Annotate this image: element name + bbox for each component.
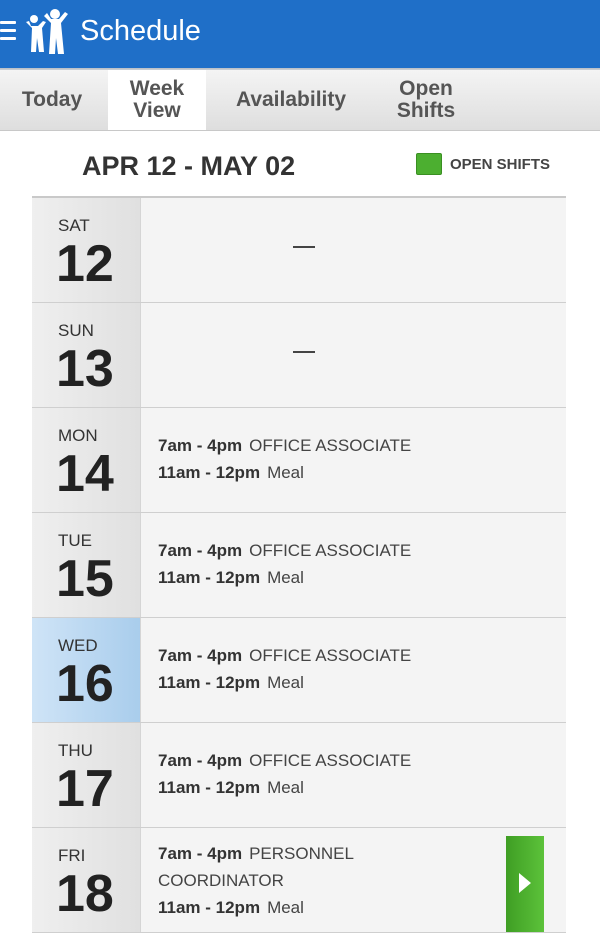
menu-icon[interactable] bbox=[0, 21, 16, 43]
day-row-thu[interactable]: THU 17 7am - 4pm OFFICE ASSOCIATE 11am - … bbox=[32, 723, 566, 828]
legend-label: OPEN SHIFTS bbox=[450, 155, 551, 173]
day-number: 16 bbox=[56, 655, 114, 713]
arrow-right-icon bbox=[519, 873, 531, 893]
open-shift-button[interactable] bbox=[506, 836, 544, 932]
shift-entry: 11am - 12pm Meal bbox=[158, 898, 304, 918]
day-of-week: FRI bbox=[58, 846, 86, 865]
day-row-tue[interactable]: TUE 15 7am - 4pm OFFICE ASSOCIATE 11am - … bbox=[32, 513, 566, 618]
day-number: 14 bbox=[56, 445, 114, 503]
shift-entry: 11am - 12pm Meal bbox=[158, 568, 304, 588]
shift-entry: 7am - 4pm OFFICE ASSOCIATE bbox=[158, 646, 411, 666]
shift-role: PERSONNEL bbox=[249, 844, 354, 863]
tab-label: Week View bbox=[129, 77, 185, 122]
date-cell: MON 14 bbox=[32, 408, 141, 512]
shift-entry: 11am - 12pm Meal bbox=[158, 673, 304, 693]
day-row-fri[interactable]: FRI 18 7am - 4pm PERSONNEL COORDINATOR 11… bbox=[32, 828, 566, 933]
shift-time: 11am - 12pm bbox=[158, 673, 261, 692]
open-shift-swatch-icon bbox=[416, 153, 442, 175]
day-number: 13 bbox=[56, 340, 114, 398]
date-cell-today: WED 16 bbox=[32, 618, 141, 722]
day-row-sat[interactable]: SAT 12 bbox=[32, 198, 566, 303]
shift-role: OFFICE ASSOCIATE bbox=[249, 751, 412, 770]
day-row-mon[interactable]: MON 14 7am - 4pm OFFICE ASSOCIATE 11am - … bbox=[32, 408, 566, 513]
day-number: 15 bbox=[56, 550, 114, 608]
no-shift-dash bbox=[293, 351, 315, 353]
tab-week-view[interactable]: Week View bbox=[108, 70, 206, 130]
shift-time: 7am - 4pm bbox=[158, 541, 243, 560]
app-bar: Schedule bbox=[0, 0, 600, 68]
shift-entry: 11am - 12pm Meal bbox=[158, 778, 304, 798]
shift-cell bbox=[141, 198, 566, 302]
tab-label: Availability bbox=[235, 88, 347, 111]
day-row-wed[interactable]: WED 16 7am - 4pm OFFICE ASSOCIATE 11am - … bbox=[32, 618, 566, 723]
date-cell: SUN 13 bbox=[32, 303, 141, 407]
shift-time: 7am - 4pm bbox=[158, 646, 243, 665]
app-title: Schedule bbox=[80, 15, 201, 47]
shift-time: 11am - 12pm bbox=[158, 898, 261, 917]
tab-bar: Today Week View Availability Open Shifts bbox=[0, 70, 600, 131]
shift-role: Meal bbox=[267, 898, 304, 917]
date-cell: SAT 12 bbox=[32, 198, 141, 302]
shift-entry: 7am - 4pm OFFICE ASSOCIATE bbox=[158, 541, 411, 561]
shift-entry: 7am - 4pm OFFICE ASSOCIATE bbox=[158, 436, 411, 456]
day-of-week: SAT bbox=[58, 216, 90, 235]
date-range-title: APR 12 - MAY 02 bbox=[82, 151, 296, 181]
shift-time: 11am - 12pm bbox=[158, 568, 261, 587]
shift-role: Meal bbox=[267, 463, 304, 482]
tab-label: Today bbox=[21, 88, 83, 111]
day-of-week: TUE bbox=[58, 531, 92, 550]
open-shifts-legend: OPEN SHIFTS bbox=[416, 153, 550, 175]
shift-cell bbox=[141, 303, 566, 407]
no-shift-dash bbox=[293, 246, 315, 248]
people-logo-icon bbox=[26, 9, 68, 54]
shift-time: 11am - 12pm bbox=[158, 463, 261, 482]
shift-cell: 7am - 4pm OFFICE ASSOCIATE 11am - 12pm Mea… bbox=[141, 723, 566, 827]
shift-entry: 7am - 4pm PERSONNEL bbox=[158, 844, 354, 864]
date-cell: TUE 15 bbox=[32, 513, 141, 617]
day-number: 17 bbox=[56, 760, 114, 818]
day-of-week: THU bbox=[58, 741, 93, 760]
shift-time: 7am - 4pm bbox=[158, 751, 243, 770]
shift-role-continued: COORDINATOR bbox=[158, 871, 284, 890]
shift-entry: 7am - 4pm OFFICE ASSOCIATE bbox=[158, 751, 411, 771]
tab-label: Open Shifts bbox=[396, 77, 456, 122]
shift-cell: 7am - 4pm PERSONNEL COORDINATOR 11am - 12… bbox=[141, 828, 566, 932]
shift-role: Meal bbox=[267, 673, 304, 692]
day-number: 18 bbox=[56, 865, 114, 923]
day-row-sun[interactable]: SUN 13 bbox=[32, 303, 566, 408]
shift-cell: 7am - 4pm OFFICE ASSOCIATE 11am - 12pm Mea… bbox=[141, 408, 566, 512]
shift-entry: 11am - 12pm Meal bbox=[158, 463, 304, 483]
day-of-week: WED bbox=[58, 636, 98, 655]
shift-cell: 7am - 4pm OFFICE ASSOCIATE 11am - 12pm Mea… bbox=[141, 513, 566, 617]
day-of-week: SUN bbox=[58, 321, 94, 340]
shift-time: 11am - 12pm bbox=[158, 778, 261, 797]
tab-availability[interactable]: Availability bbox=[218, 70, 364, 130]
tab-today[interactable]: Today bbox=[0, 70, 104, 130]
shift-role: OFFICE ASSOCIATE bbox=[249, 541, 412, 560]
shift-role: OFFICE ASSOCIATE bbox=[249, 436, 412, 455]
day-number: 12 bbox=[56, 235, 114, 293]
shift-role: OFFICE ASSOCIATE bbox=[249, 646, 412, 665]
tab-open-shifts[interactable]: Open Shifts bbox=[378, 70, 474, 130]
schedule-list: SAT 12 SUN 13 MON 14 7am - 4pm OFFICE ASS… bbox=[32, 196, 566, 933]
shift-role: Meal bbox=[267, 568, 304, 587]
shift-time: 7am - 4pm bbox=[158, 844, 243, 863]
day-of-week: MON bbox=[58, 426, 98, 445]
shift-cell: 7am - 4pm OFFICE ASSOCIATE 11am - 12pm Mea… bbox=[141, 618, 566, 722]
date-cell: FRI 18 bbox=[32, 828, 141, 932]
date-cell: THU 17 bbox=[32, 723, 141, 827]
shift-role: Meal bbox=[267, 778, 304, 797]
shift-time: 7am - 4pm bbox=[158, 436, 243, 455]
